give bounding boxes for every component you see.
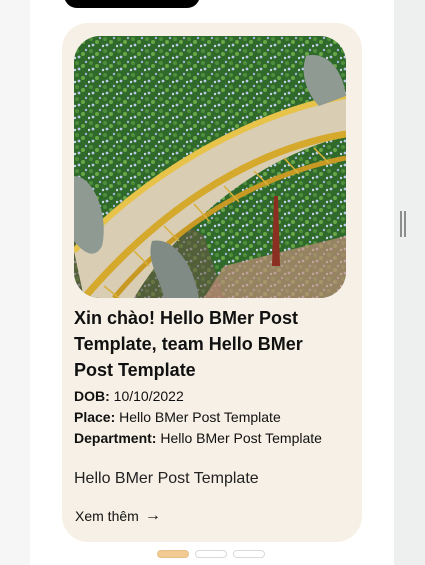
page-gutter bbox=[394, 0, 425, 565]
golden-bridge-photo bbox=[74, 36, 346, 298]
department-value: Hello BMer Post Template bbox=[160, 430, 322, 446]
place-row: Place: Hello BMer Post Template bbox=[74, 407, 346, 427]
place-label: Place: bbox=[74, 409, 116, 425]
place-value: Hello BMer Post Template bbox=[119, 409, 281, 425]
dob-label: DOB: bbox=[74, 388, 110, 404]
arrow-right-icon: → bbox=[144, 507, 161, 524]
pagination-dot-2[interactable] bbox=[195, 550, 227, 558]
resize-handle[interactable] bbox=[400, 211, 406, 237]
profile-card: Xin chào! Hello BMer Post Template, team… bbox=[62, 23, 362, 542]
card-description: Hello BMer Post Template bbox=[74, 470, 259, 487]
department-label: Department: bbox=[74, 430, 157, 446]
read-more-label: Xem thêm bbox=[75, 508, 139, 524]
pagination-dot-1[interactable] bbox=[157, 550, 189, 558]
dob-row: DOB: 10/10/2022 bbox=[74, 386, 346, 406]
top-button[interactable] bbox=[64, 0, 200, 8]
pagination-dots bbox=[157, 550, 265, 558]
read-more-link[interactable]: Xem thêm → bbox=[75, 507, 161, 525]
card-title: Xin chào! Hello BMer Post Template, team… bbox=[74, 308, 303, 380]
card-image bbox=[74, 36, 346, 298]
dob-value: 10/10/2022 bbox=[113, 388, 184, 404]
pagination-dot-3[interactable] bbox=[233, 550, 265, 558]
department-row: Department: Hello BMer Post Template bbox=[74, 428, 346, 448]
